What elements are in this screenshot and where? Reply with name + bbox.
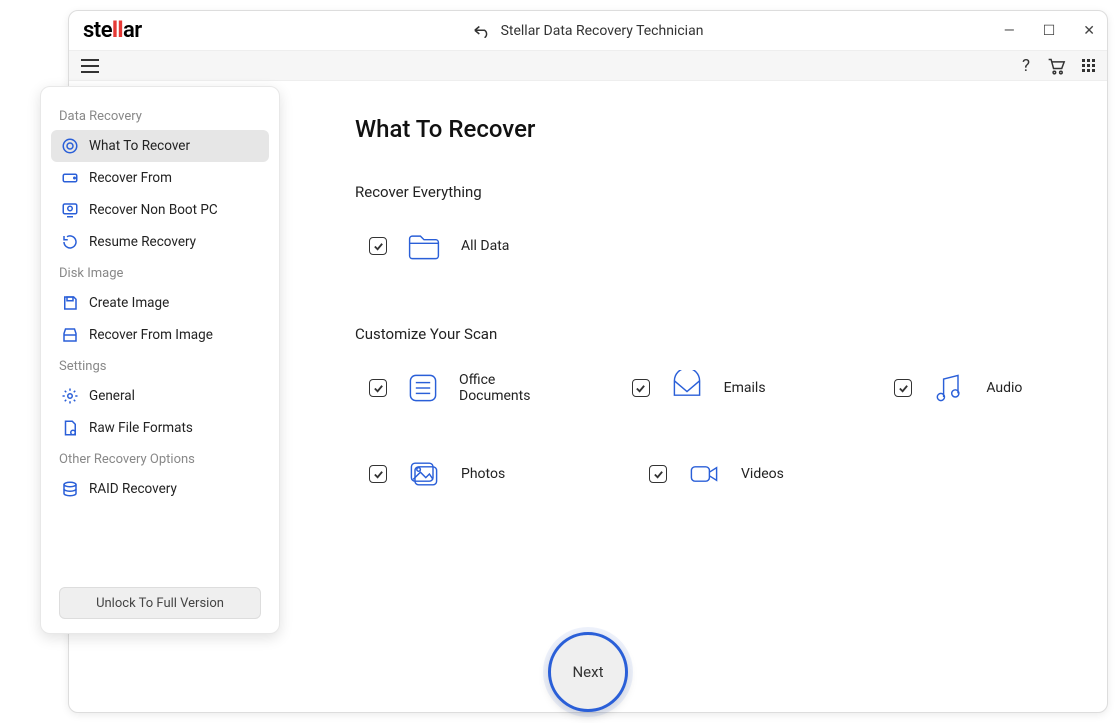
sidebar-item-create-image[interactable]: Create Image — [51, 287, 269, 319]
checkbox-audio[interactable] — [894, 379, 912, 397]
option-photos[interactable]: Photos — [369, 455, 569, 493]
email-icon — [668, 369, 706, 407]
target-icon — [61, 137, 79, 155]
menu-button[interactable] — [81, 59, 99, 73]
checkbox-videos[interactable] — [649, 465, 667, 483]
sidebar-item-recover-from[interactable]: Recover From — [51, 162, 269, 194]
next-button[interactable]: Next — [548, 632, 628, 712]
undo-icon — [473, 24, 491, 38]
drive-icon — [61, 169, 79, 187]
sidebar-item-raw-file-formats[interactable]: Raw File Formats — [51, 412, 269, 444]
window-title-area: Stellar Data Recovery Technician — [473, 23, 704, 39]
sidebar-item-label: Resume Recovery — [89, 234, 196, 250]
option-label: Videos — [741, 466, 784, 482]
document-icon — [405, 369, 441, 407]
window-title: Stellar Data Recovery Technician — [501, 23, 704, 39]
sidebar-group-title: Settings — [51, 351, 269, 380]
option-label: All Data — [461, 238, 509, 254]
app-logo: stellar — [83, 18, 142, 43]
cart-icon[interactable] — [1046, 57, 1066, 75]
unlock-button[interactable]: Unlock To Full Version — [59, 587, 261, 619]
sidebar-item-label: Recover Non Boot PC — [89, 202, 218, 218]
sidebar-item-recover-from-image[interactable]: Recover From Image — [51, 319, 269, 351]
sidebar-group-title: Disk Image — [51, 258, 269, 287]
main-panel: What To Recover Recover Everything All D… — [325, 91, 1107, 712]
titlebar: stellar Stellar Data Recovery Technician… — [69, 11, 1107, 51]
apps-grid-icon[interactable] — [1082, 59, 1095, 72]
folder-icon — [405, 227, 443, 265]
toolbar-right: ? — [1022, 56, 1095, 76]
checkbox-emails[interactable] — [632, 379, 650, 397]
sidebar-item-label: Recover From — [89, 170, 172, 186]
option-label: Photos — [461, 466, 505, 482]
minimize-button[interactable]: — — [1004, 23, 1015, 39]
sidebar-item-resume-recovery[interactable]: Resume Recovery — [51, 226, 269, 258]
option-emails[interactable]: Emails — [632, 369, 815, 407]
sidebar: Data Recovery What To Recover Recover Fr… — [40, 86, 280, 634]
sidebar-item-recover-non-boot[interactable]: Recover Non Boot PC — [51, 194, 269, 226]
option-videos[interactable]: Videos — [649, 455, 849, 493]
sidebar-item-general[interactable]: General — [51, 380, 269, 412]
option-audio[interactable]: Audio — [894, 369, 1077, 407]
image-recover-icon — [61, 326, 79, 344]
sidebar-item-label: What To Recover — [89, 138, 190, 154]
logo-prefix: ste — [83, 18, 112, 43]
sidebar-item-label: General — [89, 388, 135, 404]
audio-icon — [930, 369, 968, 407]
sidebar-item-label: Create Image — [89, 295, 169, 311]
section-recover-everything: Recover Everything — [355, 183, 1077, 201]
option-all-data[interactable]: All Data — [369, 227, 569, 265]
file-icon — [61, 419, 79, 437]
page-heading: What To Recover — [355, 115, 1077, 143]
section-customize-scan: Customize Your Scan — [355, 325, 1077, 343]
toolbar: ? — [69, 51, 1107, 81]
window-controls: — ☐ ✕ — [1004, 23, 1095, 39]
sidebar-item-what-to-recover[interactable]: What To Recover — [51, 130, 269, 162]
resume-icon — [61, 233, 79, 251]
logo-accent: ll — [112, 18, 123, 43]
sidebar-group-title: Data Recovery — [51, 101, 269, 130]
checkbox-photos[interactable] — [369, 465, 387, 483]
maximize-button[interactable]: ☐ — [1043, 23, 1056, 39]
close-button[interactable]: ✕ — [1083, 23, 1095, 39]
gear-icon — [61, 387, 79, 405]
save-icon — [61, 294, 79, 312]
option-label: Emails — [724, 380, 766, 396]
checkbox-office[interactable] — [369, 379, 387, 397]
video-icon — [685, 455, 723, 493]
monitor-icon — [61, 201, 79, 219]
logo-suffix: ar — [123, 18, 142, 43]
sidebar-group-title: Other Recovery Options — [51, 444, 269, 473]
photos-icon — [405, 455, 443, 493]
sidebar-item-label: Raw File Formats — [89, 420, 193, 436]
checkbox-all-data[interactable] — [369, 237, 387, 255]
option-label: Audio — [986, 380, 1022, 396]
sidebar-item-label: RAID Recovery — [89, 481, 177, 497]
option-office-documents[interactable]: Office Documents — [369, 369, 552, 407]
sidebar-item-raid-recovery[interactable]: RAID Recovery — [51, 473, 269, 505]
sidebar-item-label: Recover From Image — [89, 327, 213, 343]
raid-icon — [61, 480, 79, 498]
help-button[interactable]: ? — [1022, 56, 1030, 76]
option-label: Office Documents — [459, 372, 552, 404]
